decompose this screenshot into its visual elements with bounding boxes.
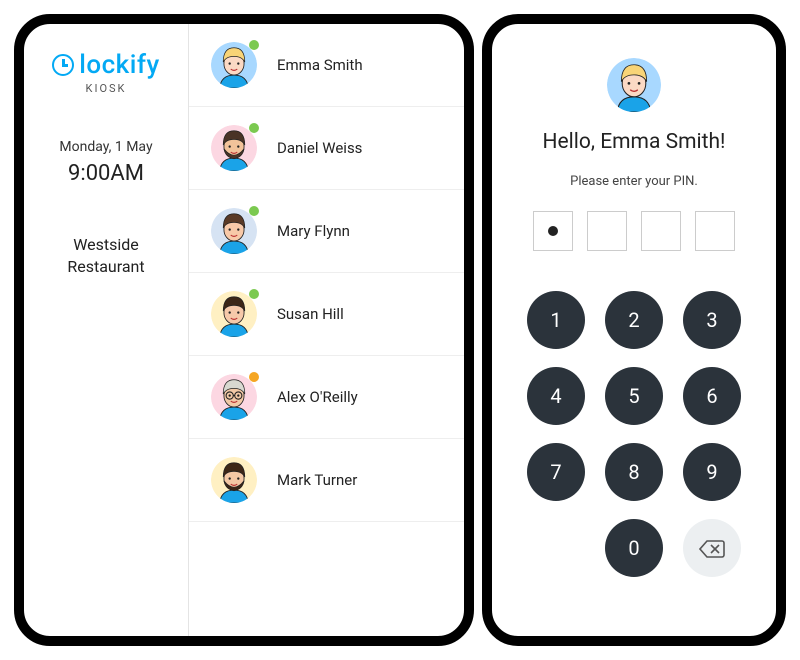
keypad-digit-2[interactable]: 2	[605, 291, 663, 349]
user-row[interactable]: Mark Turner	[189, 439, 464, 522]
status-dot-icon	[249, 289, 259, 299]
user-name-label: Susan Hill	[277, 305, 344, 323]
location-label: Westside Restaurant	[34, 234, 178, 279]
time-label: 9:00AM	[34, 161, 178, 186]
avatar	[211, 42, 257, 88]
datetime-block: Monday, 1 May 9:00AM	[34, 139, 178, 186]
avatar	[211, 125, 257, 171]
user-name-label: Mark Turner	[277, 471, 357, 489]
pin-digit-box	[641, 211, 681, 251]
pin-filled-dot-icon	[548, 226, 558, 236]
user-row[interactable]: Mary Flynn	[189, 190, 464, 273]
brand-subtitle: KIOSK	[34, 82, 178, 95]
location-line-1: Westside	[34, 234, 178, 256]
pin-digit-box	[533, 211, 573, 251]
keypad-backspace[interactable]	[683, 519, 741, 577]
date-label: Monday, 1 May	[34, 139, 178, 155]
status-dot-icon	[249, 372, 259, 382]
pin-prompt: Please enter your PIN.	[570, 174, 698, 189]
kiosk-tablet: lockify KIOSK Monday, 1 May 9:00AM Wests…	[14, 14, 474, 646]
user-name-label: Mary Flynn	[277, 222, 350, 240]
greeting-text: Hello, Emma Smith!	[543, 130, 726, 154]
avatar	[211, 208, 257, 254]
keypad-digit-4[interactable]: 4	[527, 367, 585, 425]
user-list: Emma Smith Daniel Weiss Mary Flynn Susan…	[189, 24, 464, 636]
user-row[interactable]: Daniel Weiss	[189, 107, 464, 190]
location-line-2: Restaurant	[34, 256, 178, 278]
pin-digit-box	[587, 211, 627, 251]
keypad-digit-5[interactable]: 5	[605, 367, 663, 425]
keypad-digit-9[interactable]: 9	[683, 443, 741, 501]
user-row[interactable]: Susan Hill	[189, 273, 464, 356]
pin-input[interactable]	[533, 211, 735, 251]
selected-user-avatar	[607, 58, 661, 112]
keypad-digit-1[interactable]: 1	[527, 291, 585, 349]
avatar	[211, 374, 257, 420]
avatar	[211, 457, 257, 503]
brand-name: lockify	[79, 50, 160, 80]
keypad-digit-6[interactable]: 6	[683, 367, 741, 425]
pin-phone: Hello, Emma Smith! Please enter your PIN…	[482, 14, 786, 646]
status-dot-icon	[249, 40, 259, 50]
keypad-digit-3[interactable]: 3	[683, 291, 741, 349]
keypad-digit-7[interactable]: 7	[527, 443, 585, 501]
keypad-spacer	[527, 519, 585, 577]
logo: lockify	[34, 50, 178, 80]
keypad-digit-0[interactable]: 0	[605, 519, 663, 577]
pin-digit-box	[695, 211, 735, 251]
backspace-icon	[699, 539, 725, 557]
status-dot-icon	[249, 123, 259, 133]
sidebar: lockify KIOSK Monday, 1 May 9:00AM Wests…	[24, 24, 189, 636]
status-dot-icon	[249, 206, 259, 216]
avatar	[211, 291, 257, 337]
clock-icon	[52, 54, 74, 76]
user-name-label: Daniel Weiss	[277, 139, 362, 157]
user-name-label: Emma Smith	[277, 56, 363, 74]
keypad-digit-8[interactable]: 8	[605, 443, 663, 501]
user-row[interactable]: Emma Smith	[189, 24, 464, 107]
keypad: 123 456 7890	[527, 291, 741, 577]
user-row[interactable]: Alex O'Reilly	[189, 356, 464, 439]
user-name-label: Alex O'Reilly	[277, 388, 358, 406]
